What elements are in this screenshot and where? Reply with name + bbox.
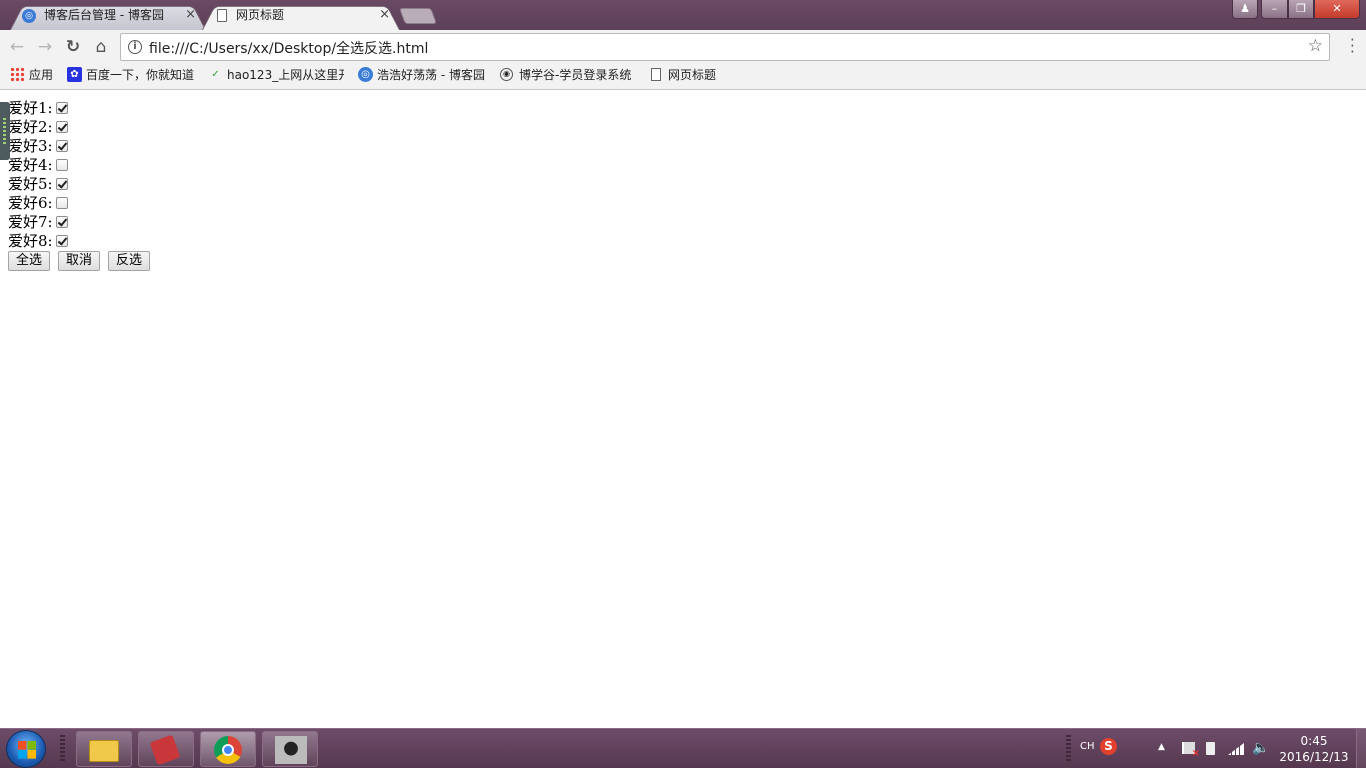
- tab-active-page[interactable]: 网页标题 ×: [202, 2, 400, 30]
- tab-title: 网页标题: [236, 8, 285, 22]
- close-icon[interactable]: ×: [379, 2, 390, 28]
- power-icon[interactable]: [1206, 742, 1215, 755]
- hobby-row-1: 爱好1:: [8, 98, 68, 117]
- minimize-button[interactable]: –: [1261, 0, 1288, 19]
- address-bar[interactable]: i file:///C:/Users/xx/Desktop/全选反选.html …: [120, 33, 1330, 61]
- restore-button[interactable]: ❐: [1288, 0, 1314, 19]
- bookmark-label: 浩浩好荡荡 - 博客园: [377, 68, 485, 82]
- hobby-row-8: 爱好8:: [8, 231, 68, 250]
- windows-logo-icon: [18, 741, 36, 759]
- show-desktop-button[interactable]: [1356, 729, 1366, 768]
- taskbar-app[interactable]: [138, 731, 194, 767]
- bookmark-label: 应用: [29, 68, 54, 82]
- close-icon[interactable]: ×: [185, 2, 196, 28]
- hobby-list: 爱好1: 爱好2: 爱好3: 爱好4: 爱好5: 爱好6: 爱好7: 爱好8:: [8, 98, 68, 250]
- taskbar-image-viewer[interactable]: [262, 731, 318, 767]
- forward-arrow-icon[interactable]: →: [34, 36, 56, 58]
- image-viewer-icon: [275, 736, 307, 764]
- apps-grid-icon: [10, 67, 25, 82]
- bookmark-boxuegu[interactable]: ◉ 博学谷-学员登录系统: [500, 64, 631, 88]
- tab-title: 博客后台管理 - 博客园: [44, 8, 164, 22]
- bookmark-label: 网页标题: [668, 68, 717, 82]
- hobby-label: 爱好2:: [8, 118, 53, 136]
- action-center-flag-icon[interactable]: [1182, 742, 1200, 759]
- hobby-checkbox-5[interactable]: [55, 177, 68, 190]
- start-button[interactable]: [6, 730, 46, 768]
- hobby-label: 爱好1:: [8, 99, 53, 117]
- page-icon: [651, 68, 661, 81]
- hobby-row-5: 爱好5:: [8, 174, 68, 193]
- hobby-row-3: 爱好3:: [8, 136, 68, 155]
- tab-strip: ◎ 博客后台管理 - 博客园 × 网页标题 × ♟ – ❐ ✕: [0, 0, 1366, 30]
- browser-toolbar: ← → ↻ ⌂ i file:///C:/Users/xx/Desktop/全选…: [0, 30, 1366, 64]
- clock-date: 2016/12/13: [1279, 750, 1349, 764]
- boxuegu-icon: ◉: [500, 68, 513, 81]
- taskbar-explorer[interactable]: [76, 731, 132, 767]
- cnblogs-icon: ◎: [22, 9, 36, 23]
- hobby-checkbox-4[interactable]: [55, 158, 68, 171]
- url-text[interactable]: file:///C:/Users/xx/Desktop/全选反选.html: [149, 38, 428, 58]
- select-all-button[interactable]: 全选: [8, 251, 51, 271]
- taskbar: CH S ▲ 🔈 0:45 2016/12/13: [0, 728, 1366, 768]
- bookmark-label: 百度一下，你就知道: [86, 68, 195, 82]
- hobby-label: 爱好3:: [8, 137, 53, 155]
- window-close-button[interactable]: ✕: [1314, 0, 1360, 19]
- hobby-label: 爱好6:: [8, 194, 53, 212]
- invert-selection-button[interactable]: 反选: [108, 251, 151, 271]
- hobby-label: 爱好5:: [8, 175, 53, 193]
- hobby-label: 爱好8:: [8, 232, 53, 250]
- bookmark-baidu[interactable]: ✿ 百度一下，你就知道: [67, 64, 194, 88]
- baidu-paw-icon: ✿: [67, 67, 82, 82]
- hobby-row-4: 爱好4:: [8, 155, 68, 174]
- taskbar-grip: [60, 735, 65, 763]
- bookmark-label: 博学谷-学员登录系统: [519, 68, 632, 82]
- chrome-icon: [214, 736, 242, 764]
- side-drag-handle[interactable]: [0, 102, 10, 160]
- hobby-checkbox-7[interactable]: [55, 215, 68, 228]
- bookmarks-bar: 应用 ✿ 百度一下，你就知道 ✓ hao123_上网从这里开始 ◎ 浩浩好荡荡 …: [0, 64, 1366, 90]
- hobby-label: 爱好7:: [8, 213, 53, 231]
- language-indicator[interactable]: CH: [1080, 741, 1095, 752]
- bookmark-page[interactable]: 网页标题: [649, 64, 716, 88]
- hobby-checkbox-8[interactable]: [55, 234, 68, 247]
- bookmark-apps[interactable]: 应用: [10, 64, 53, 88]
- reload-icon[interactable]: ↻: [62, 36, 84, 58]
- hobby-checkbox-6[interactable]: [55, 196, 68, 209]
- sogou-ime-icon[interactable]: S: [1100, 738, 1117, 755]
- system-clock[interactable]: 0:45 2016/12/13: [1276, 733, 1352, 765]
- network-signal-icon[interactable]: [1228, 743, 1244, 755]
- bookmark-cnblogs[interactable]: ◎ 浩浩好荡荡 - 博客园: [358, 64, 485, 88]
- info-icon[interactable]: i: [128, 40, 142, 54]
- hao123-icon: ✓: [211, 69, 220, 80]
- button-row: 全选 取消 反选: [8, 251, 158, 271]
- hobby-checkbox-1[interactable]: [55, 101, 68, 114]
- clock-time: 0:45: [1300, 734, 1328, 748]
- cancel-button[interactable]: 取消: [58, 251, 101, 271]
- volume-icon[interactable]: 🔈: [1252, 740, 1269, 756]
- bookmark-star-icon[interactable]: ☆: [1308, 36, 1323, 56]
- explorer-icon: [89, 740, 119, 762]
- hobby-checkbox-2[interactable]: [55, 120, 68, 133]
- page-content: 爱好1: 爱好2: 爱好3: 爱好4: 爱好5: 爱好6: 爱好7: 爱好8:: [0, 91, 1366, 728]
- tray-expand-icon[interactable]: ▲: [1158, 742, 1165, 752]
- bookmark-label: hao123_上网从这里开始: [227, 68, 344, 82]
- taskbar-grip: [1066, 735, 1071, 763]
- hobby-row-2: 爱好2:: [8, 117, 68, 136]
- window-controls: ♟ – ❐ ✕: [1232, 0, 1360, 20]
- back-arrow-icon[interactable]: ←: [6, 36, 28, 58]
- hobby-row-6: 爱好6:: [8, 193, 68, 212]
- home-icon[interactable]: ⌂: [90, 36, 112, 58]
- app-icon: [149, 734, 181, 766]
- hobby-label: 爱好4:: [8, 156, 53, 174]
- user-profile-icon[interactable]: ♟: [1232, 0, 1258, 19]
- new-tab-button[interactable]: [399, 8, 437, 24]
- cnblogs-icon: ◎: [358, 67, 373, 82]
- page-icon: [217, 9, 227, 22]
- hobby-checkbox-3[interactable]: [55, 139, 68, 152]
- tab-cnblogs-admin[interactable]: ◎ 博客后台管理 - 博客园 ×: [10, 2, 206, 30]
- bookmark-hao123[interactable]: ✓ hao123_上网从这里开始: [208, 64, 344, 88]
- taskbar-chrome[interactable]: [200, 731, 256, 767]
- hobby-row-7: 爱好7:: [8, 212, 68, 231]
- menu-dots-icon[interactable]: · · ·: [1350, 33, 1356, 60]
